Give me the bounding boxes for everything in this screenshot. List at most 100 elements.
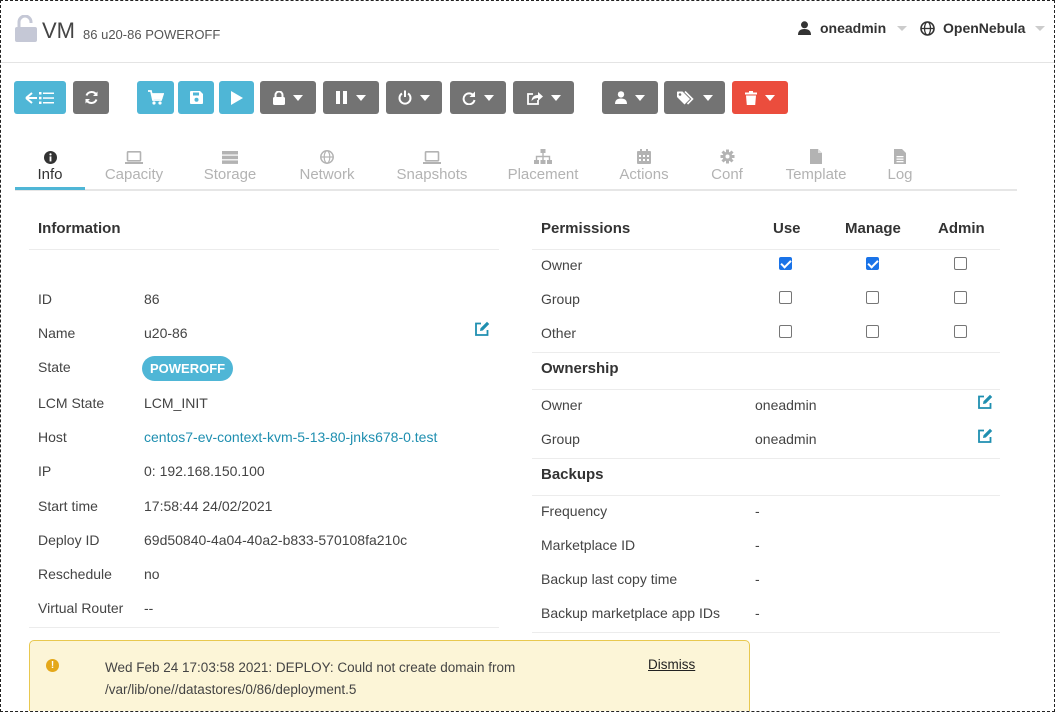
tab-label: Log bbox=[887, 166, 913, 183]
chevron-down-icon bbox=[897, 25, 908, 31]
tab-log[interactable]: Log bbox=[877, 141, 923, 189]
migrate-menu-button[interactable] bbox=[513, 81, 574, 114]
file-icon bbox=[810, 149, 822, 164]
info-label-deploy-id: Deploy ID bbox=[38, 532, 100, 548]
owner-manage-checkbox[interactable] bbox=[866, 257, 879, 270]
file-text-icon bbox=[894, 149, 906, 164]
active-tab-indicator bbox=[15, 187, 85, 190]
tab-label: Network bbox=[299, 166, 355, 183]
sitemap-icon bbox=[534, 149, 552, 164]
backup-label-frequency: Frequency bbox=[541, 503, 608, 519]
backup-value-app-ids: - bbox=[755, 605, 760, 621]
tab-info[interactable]: Info bbox=[15, 141, 85, 190]
divider bbox=[532, 352, 1000, 353]
perm-label-other: Other bbox=[541, 325, 577, 341]
group-link[interactable]: oneadmin bbox=[755, 431, 817, 447]
zone-menu[interactable]: OpenNebula bbox=[920, 20, 1046, 36]
lock-menu-button[interactable] bbox=[260, 81, 316, 114]
backups-title: Backups bbox=[541, 466, 604, 483]
backup-value-marketplace-id: - bbox=[755, 537, 760, 553]
refresh-button[interactable] bbox=[73, 81, 109, 114]
tab-label: Storage bbox=[203, 166, 257, 183]
tab-label: Capacity bbox=[104, 166, 164, 183]
host-link[interactable]: centos7-ev-context-kvm-5-13-80-jnks678-0… bbox=[144, 429, 437, 445]
pause-menu-button[interactable] bbox=[323, 81, 379, 114]
top-header: VM 86 u20-86 POWEROFF oneadmin OpenNebul… bbox=[1, 1, 1054, 63]
backup-label-last-copy-time: Backup last copy time bbox=[541, 571, 678, 587]
group-manage-checkbox[interactable] bbox=[866, 291, 879, 304]
tab-network[interactable]: Network bbox=[292, 141, 362, 189]
user-menu[interactable]: oneadmin bbox=[798, 20, 908, 36]
tab-placement[interactable]: Placement bbox=[502, 141, 584, 189]
ownership-label-group: Group bbox=[541, 431, 580, 447]
dismiss-link[interactable]: Dismiss bbox=[648, 657, 695, 672]
play-button[interactable] bbox=[219, 81, 254, 114]
column-manage: Manage bbox=[845, 220, 901, 237]
group-use-checkbox[interactable] bbox=[779, 291, 792, 304]
tab-capacity[interactable]: Capacity bbox=[99, 141, 169, 189]
owner-admin-checkbox[interactable] bbox=[954, 257, 967, 270]
tab-actions[interactable]: Actions bbox=[609, 141, 679, 189]
error-alert: ! Wed Feb 24 17:03:58 2021: DEPLOY: Coul… bbox=[29, 640, 750, 711]
save-icon bbox=[189, 91, 203, 104]
state-badge: POWEROFF bbox=[142, 356, 234, 381]
delete-menu-button[interactable] bbox=[732, 81, 788, 114]
deploy-button[interactable] bbox=[137, 81, 174, 114]
tab-template[interactable]: Template bbox=[779, 141, 853, 189]
backup-label-marketplace-id: Marketplace ID bbox=[541, 537, 636, 553]
play-icon bbox=[230, 90, 243, 105]
other-admin-checkbox[interactable] bbox=[954, 325, 967, 338]
column-use: Use bbox=[773, 220, 801, 237]
chevron-down-icon bbox=[702, 94, 713, 101]
other-manage-checkbox[interactable] bbox=[866, 325, 879, 338]
owner-link[interactable]: oneadmin bbox=[755, 397, 817, 413]
chevron-down-icon bbox=[420, 94, 430, 101]
globe-icon bbox=[320, 150, 334, 164]
app-frame: VM 86 u20-86 POWEROFF oneadmin OpenNebul… bbox=[0, 0, 1055, 712]
tab-snapshots[interactable]: Snapshots bbox=[391, 141, 473, 189]
divider bbox=[532, 389, 1000, 390]
info-value-lcm-state: LCM_INIT bbox=[144, 395, 208, 411]
trash-icon bbox=[745, 90, 757, 105]
info-value-virtual-router: -- bbox=[144, 600, 154, 616]
info-value-reschedule: no bbox=[144, 566, 160, 582]
info-value-id: 86 bbox=[144, 291, 160, 307]
tab-label: Conf bbox=[711, 166, 743, 183]
alert-message: Wed Feb 24 17:03:58 2021: DEPLOY: Could … bbox=[105, 660, 516, 697]
tab-storage[interactable]: Storage bbox=[195, 141, 265, 189]
back-list-icon bbox=[25, 91, 54, 104]
tab-label: Placement bbox=[507, 166, 579, 183]
group-admin-checkbox[interactable] bbox=[954, 291, 967, 304]
cart-icon bbox=[147, 90, 164, 105]
edit-owner-icon[interactable] bbox=[977, 394, 993, 410]
info-label-state: State bbox=[38, 359, 71, 375]
info-label-ip: IP bbox=[38, 463, 52, 479]
other-use-checkbox[interactable] bbox=[779, 325, 792, 338]
tab-label: Template bbox=[785, 166, 847, 183]
back-to-list-button[interactable] bbox=[14, 81, 66, 114]
divider bbox=[532, 458, 1000, 459]
chevron-down-icon bbox=[484, 94, 494, 101]
divider bbox=[29, 627, 499, 628]
unlocked-lock-icon bbox=[15, 15, 37, 42]
divider bbox=[532, 495, 1000, 496]
information-title: Information bbox=[38, 220, 121, 237]
labels-menu-button[interactable] bbox=[664, 81, 725, 114]
chevron-down-icon bbox=[1035, 25, 1046, 31]
save-button[interactable] bbox=[178, 81, 214, 114]
power-menu-button[interactable] bbox=[386, 81, 442, 114]
user-icon bbox=[798, 21, 811, 35]
divider bbox=[532, 632, 1000, 633]
tab-conf[interactable]: Conf bbox=[701, 141, 753, 189]
reboot-menu-button[interactable] bbox=[450, 81, 506, 114]
vm-state: POWEROFF bbox=[145, 27, 221, 42]
change-owner-menu-button[interactable] bbox=[602, 81, 658, 114]
laptop-icon bbox=[125, 151, 143, 164]
vm-tabs: Info Capacity Storage Network Snapshots … bbox=[15, 141, 1017, 191]
edit-name-icon[interactable] bbox=[474, 321, 490, 337]
owner-use-checkbox[interactable] bbox=[779, 257, 792, 270]
info-value-name: u20-86 bbox=[144, 325, 188, 341]
edit-group-icon[interactable] bbox=[977, 428, 993, 444]
tab-label: Info bbox=[37, 166, 63, 183]
redo-icon bbox=[462, 91, 476, 105]
